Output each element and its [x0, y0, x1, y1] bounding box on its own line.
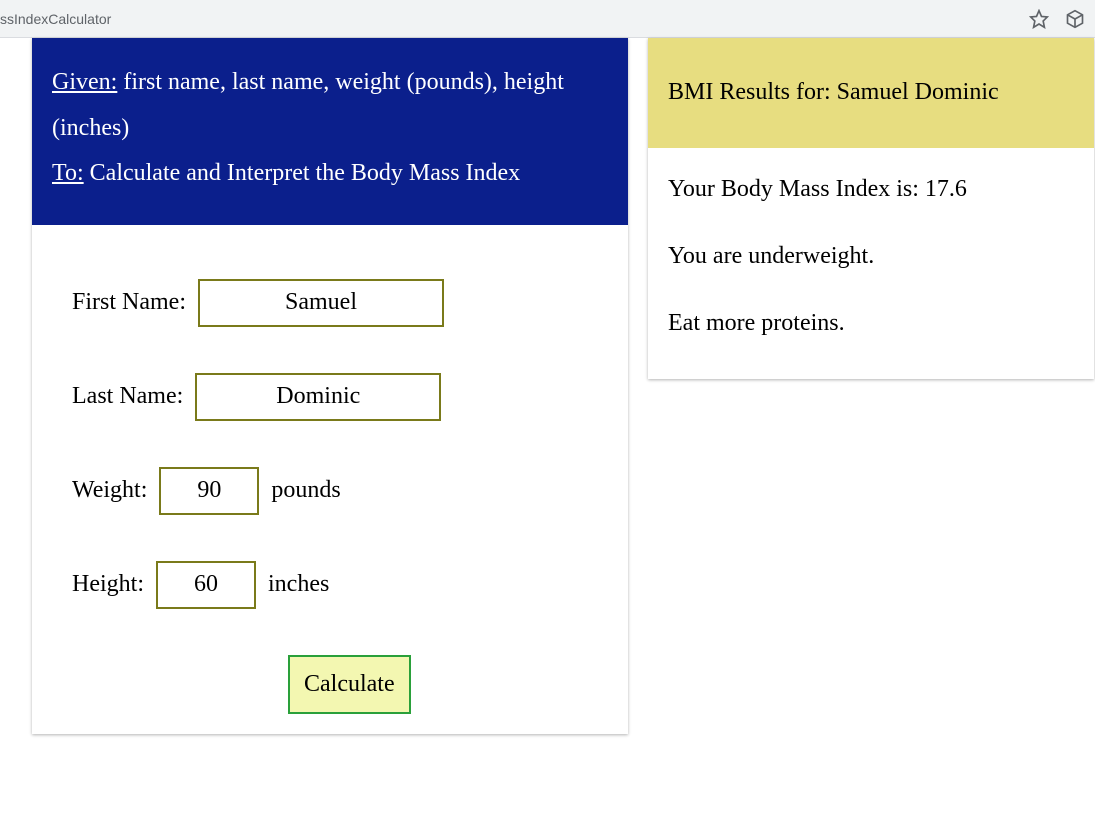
height-input[interactable] — [156, 561, 256, 609]
bmi-advice-line: Eat more proteins. — [668, 310, 1074, 337]
browser-address-bar: ssIndexCalculator — [0, 0, 1095, 38]
results-panel: BMI Results for: Samuel Dominic Your Bod… — [648, 38, 1094, 379]
cube-icon[interactable] — [1065, 9, 1085, 29]
last-name-input[interactable] — [195, 373, 441, 421]
weight-unit: pounds — [271, 477, 340, 504]
bmi-value: 17.6 — [925, 176, 967, 202]
height-label: Height: — [72, 571, 144, 598]
form-area: First Name: Last Name: Weight: pounds He… — [32, 225, 628, 734]
weight-row: Weight: pounds — [72, 467, 588, 515]
browser-action-icons — [1029, 9, 1085, 29]
weight-input[interactable] — [159, 467, 259, 515]
calculate-button[interactable]: Calculate — [288, 655, 411, 714]
given-label: Given: — [52, 69, 117, 95]
bmi-line-prefix: Your Body Mass Index is: — [668, 176, 925, 202]
results-body: Your Body Mass Index is: 17.6 You are un… — [648, 148, 1094, 379]
problem-header: Given: first name, last name, weight (po… — [32, 38, 628, 225]
given-text: first name, last name, weight (pounds), … — [52, 69, 564, 141]
star-icon[interactable] — [1029, 9, 1049, 29]
input-panel: Given: first name, last name, weight (po… — [32, 38, 628, 734]
browser-url-fragment: ssIndexCalculator — [0, 11, 111, 27]
weight-label: Weight: — [72, 477, 147, 504]
bmi-status-line: You are underweight. — [668, 243, 1074, 270]
last-name-label: Last Name: — [72, 383, 183, 410]
results-full-name: Samuel Dominic — [837, 79, 999, 105]
first-name-input[interactable] — [198, 279, 444, 327]
results-header: BMI Results for: Samuel Dominic — [648, 38, 1094, 148]
height-unit: inches — [268, 571, 329, 598]
height-row: Height: inches — [72, 561, 588, 609]
first-name-label: First Name: — [72, 289, 186, 316]
to-text: Calculate and Interpret the Body Mass In… — [84, 160, 521, 186]
first-name-row: First Name: — [72, 279, 588, 327]
last-name-row: Last Name: — [72, 373, 588, 421]
results-header-prefix: BMI Results for: — [668, 79, 837, 105]
to-label: To: — [52, 160, 84, 186]
